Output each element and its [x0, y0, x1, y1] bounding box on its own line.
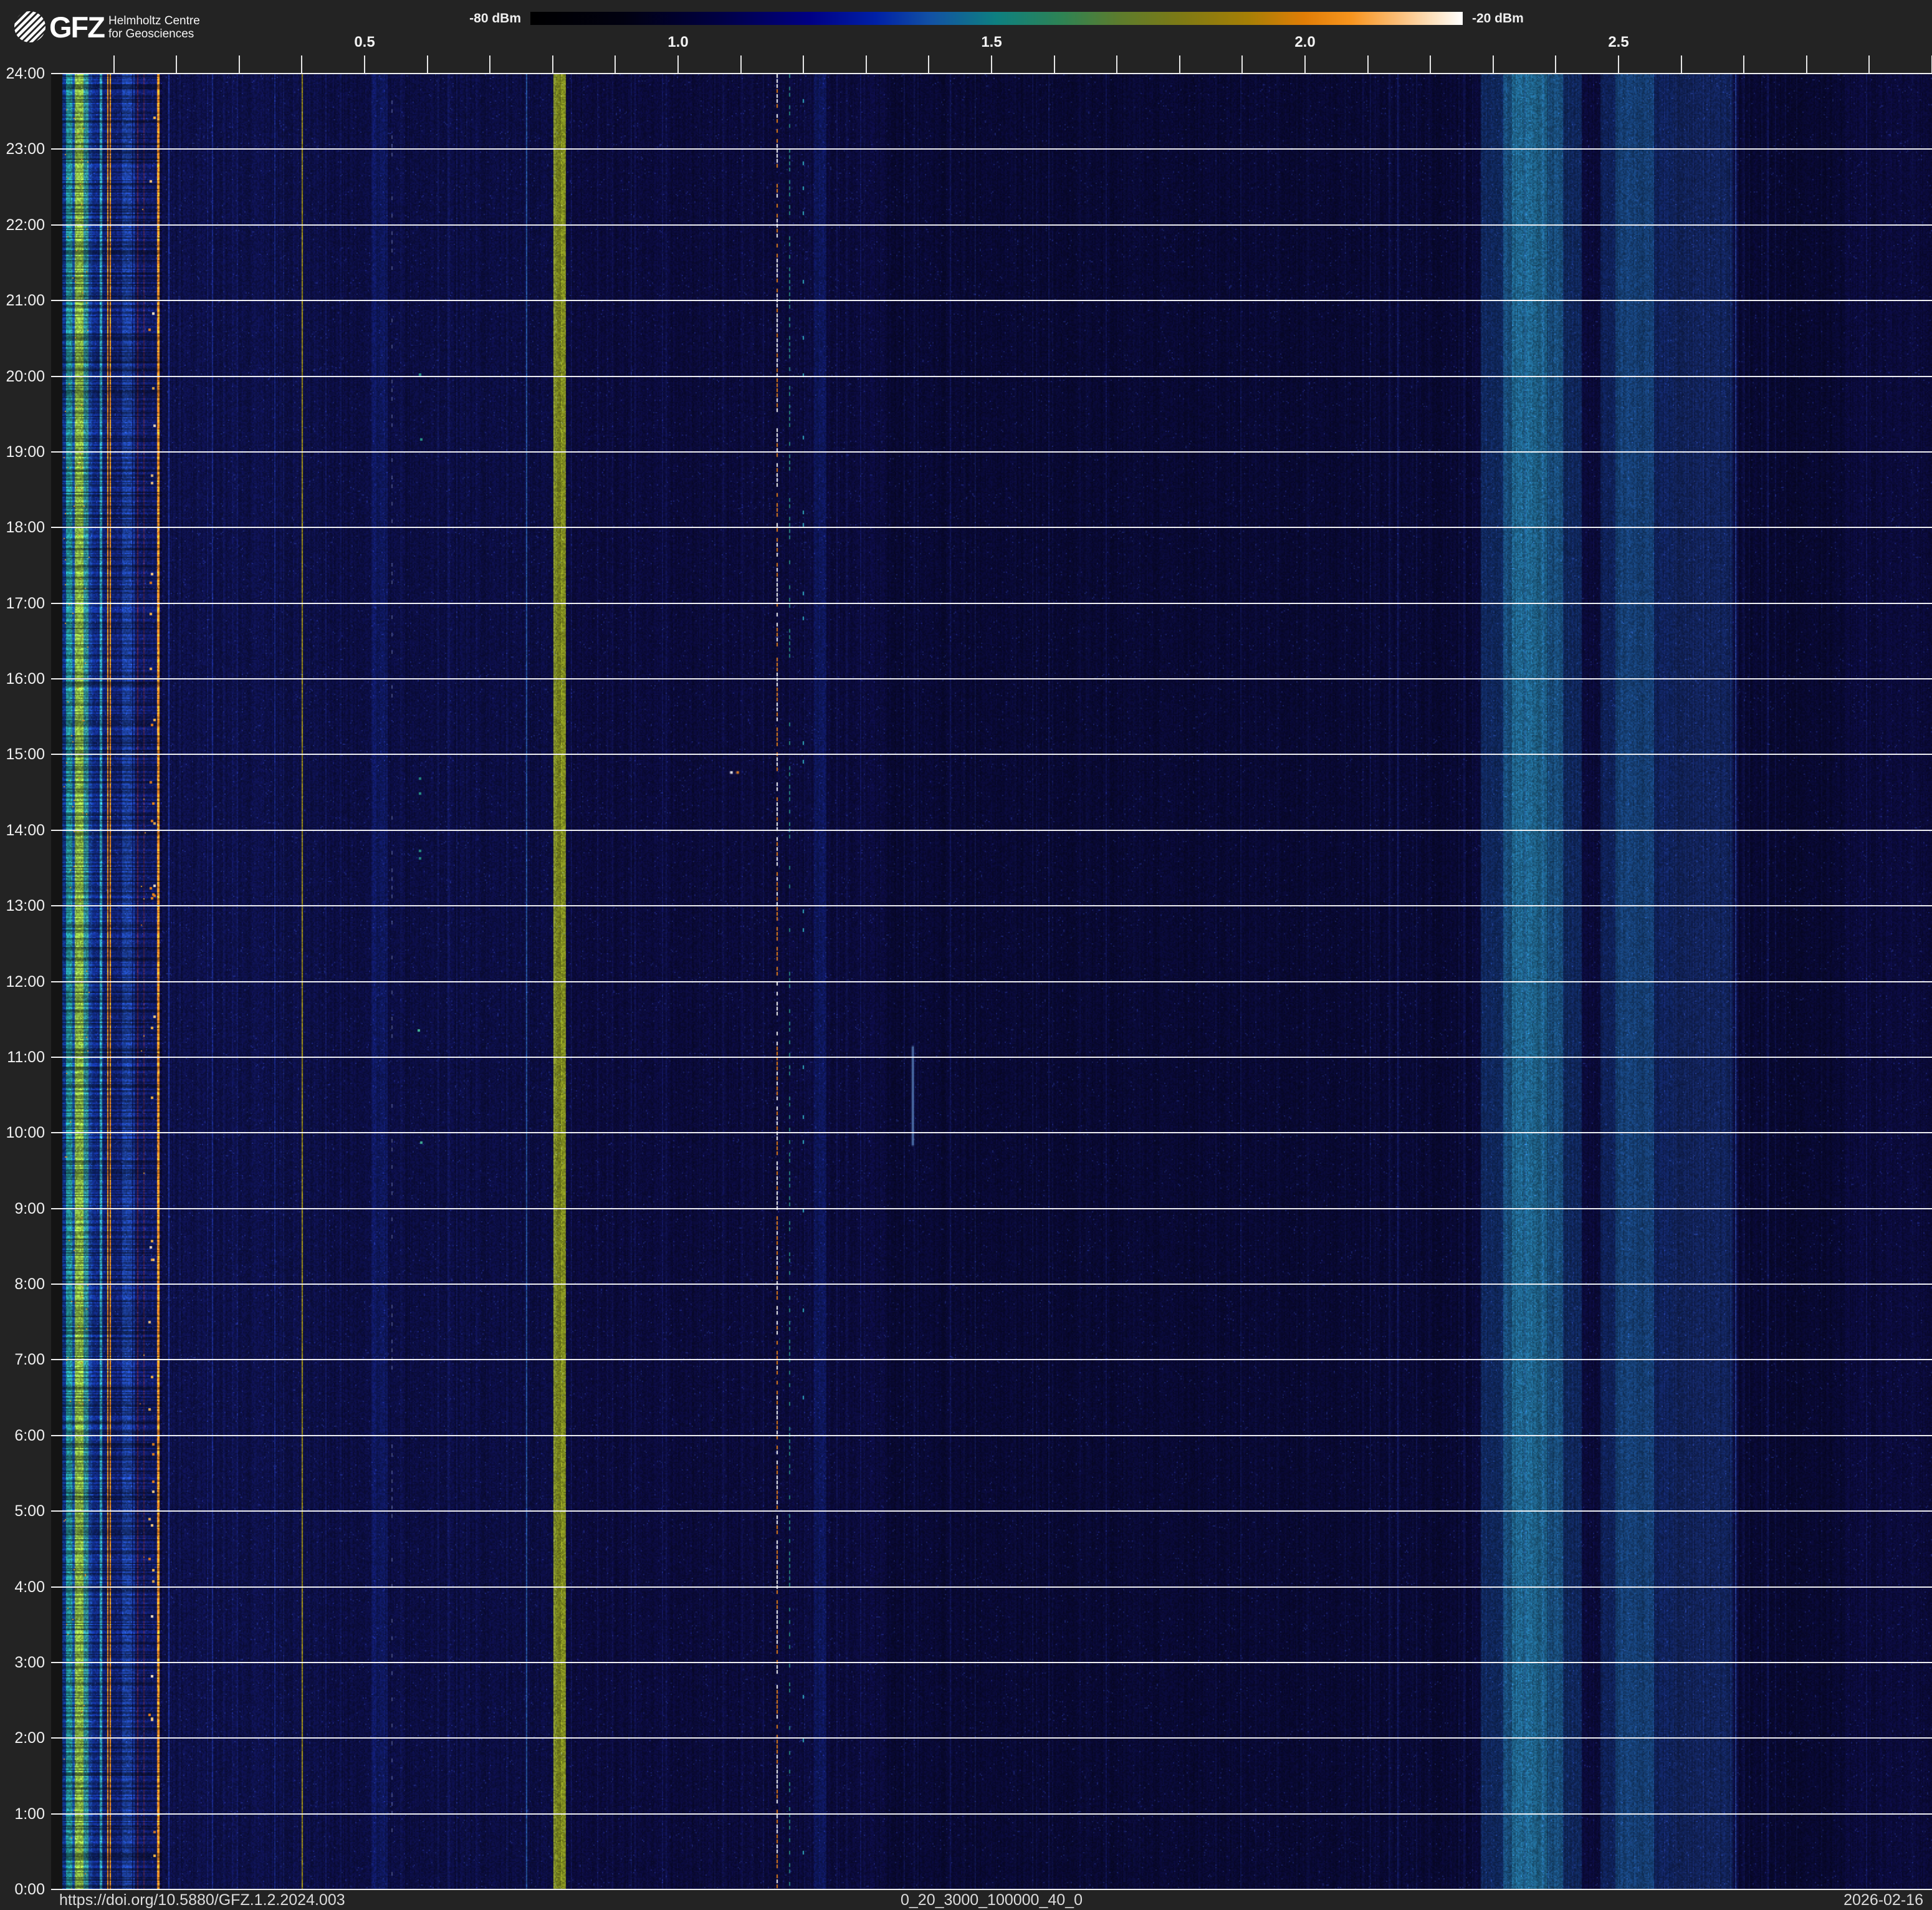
- hour-gridline: [51, 830, 1932, 831]
- y-axis-hour-label: 18:00: [0, 519, 45, 537]
- x-axis-tick: [866, 55, 867, 73]
- y-axis-hour-label: 22:00: [0, 216, 45, 234]
- hour-gridline: [51, 1510, 1932, 1512]
- hour-gridline: [51, 981, 1932, 982]
- hour-gridline: [51, 1586, 1932, 1588]
- y-axis-hour-label: 4:00: [0, 1578, 45, 1596]
- date-text: 2026-02-16: [1844, 1891, 1923, 1909]
- y-axis-hour-label: 19:00: [0, 443, 45, 461]
- gfz-globe-icon: [14, 11, 46, 43]
- y-axis-hour-label: 15:00: [0, 746, 45, 764]
- hour-gridline: [51, 73, 1932, 74]
- x-axis-tick: [364, 55, 365, 73]
- x-axis-tick: [677, 55, 679, 73]
- hour-gridline: [51, 1284, 1932, 1285]
- x-axis-tick: [301, 55, 302, 73]
- hour-gridline: [51, 1208, 1932, 1209]
- x-axis-tick-label: 2.5: [1594, 34, 1643, 51]
- y-axis-hour-label: 17:00: [0, 595, 45, 613]
- hour-gridline: [51, 1889, 1932, 1890]
- x-axis-tick: [239, 55, 240, 73]
- y-axis-hour-label: 12:00: [0, 973, 45, 991]
- colorbar-gradient: [530, 12, 1463, 25]
- y-axis-hour-label: 8:00: [0, 1275, 45, 1293]
- x-axis-tick: [740, 55, 742, 73]
- y-axis-hour-label: 5:00: [0, 1502, 45, 1520]
- hour-gridline: [51, 1813, 1932, 1815]
- hour-gridline: [51, 1435, 1932, 1436]
- org-name: Helmholtz Centre for Geosciences: [108, 14, 200, 41]
- spectrogram-page: GFZ Helmholtz Centre for Geosciences -80…: [0, 0, 1932, 1910]
- y-axis-hour-label: 0:00: [0, 1881, 45, 1899]
- hour-gridline: [51, 754, 1932, 755]
- x-axis-tick: [1493, 55, 1494, 73]
- y-axis-hour-label: 10:00: [0, 1124, 45, 1142]
- x-axis-tick: [427, 55, 428, 73]
- x-axis-tick: [1806, 55, 1807, 73]
- org-line2: for Geosciences: [108, 27, 200, 41]
- x-axis-tick: [489, 55, 490, 73]
- hour-gridline: [51, 905, 1932, 906]
- gfz-logo-text: GFZ: [49, 10, 104, 44]
- x-axis-tick-label: 0.5: [340, 34, 390, 51]
- x-axis-tick: [928, 55, 929, 73]
- hour-gridline: [51, 1057, 1932, 1058]
- x-axis-tick-label: 2.0: [1280, 34, 1330, 51]
- y-axis-hour-label: 20:00: [0, 368, 45, 386]
- y-axis-hour-label: 1:00: [0, 1805, 45, 1823]
- hour-gridline: [51, 376, 1932, 377]
- org-line1: Helmholtz Centre: [108, 14, 200, 27]
- y-axis-hour-label: 3:00: [0, 1654, 45, 1672]
- x-axis-tick: [176, 55, 177, 73]
- hour-gridline: [51, 224, 1932, 226]
- x-axis-tick: [113, 55, 115, 73]
- hour-gridline: [51, 1132, 1932, 1133]
- hour-gridline: [51, 1737, 1932, 1739]
- y-axis-hour-label: 16:00: [0, 670, 45, 688]
- y-axis-hour-label: 23:00: [0, 140, 45, 158]
- x-axis-tick: [1743, 55, 1744, 73]
- x-axis-tick: [552, 55, 553, 73]
- x-axis-tick-label: 1.5: [967, 34, 1016, 51]
- x-axis-tick-label: 1.0: [653, 34, 703, 51]
- y-axis-hour-label: 14:00: [0, 822, 45, 840]
- x-axis-tick: [615, 55, 616, 73]
- colorbar-min-label: -80 dBm: [399, 11, 521, 26]
- colorbar-max-label: -20 dBm: [1472, 11, 1609, 26]
- y-axis-hour-label: 21:00: [0, 292, 45, 310]
- y-axis-hour-label: 6:00: [0, 1427, 45, 1445]
- y-axis-hour-label: 7:00: [0, 1351, 45, 1369]
- y-axis-hour-label: 2:00: [0, 1729, 45, 1747]
- x-axis-tick: [1618, 55, 1619, 73]
- hour-gridline: [51, 527, 1932, 528]
- x-axis-tick: [1116, 55, 1117, 73]
- hour-gridline: [51, 1359, 1932, 1360]
- hour-gridline: [51, 678, 1932, 679]
- x-axis-tick: [1179, 55, 1180, 73]
- x-axis-tick: [1241, 55, 1243, 73]
- x-axis-tick: [1555, 55, 1556, 73]
- dataset-code: 0_20_3000_100000_40_0: [51, 1891, 1932, 1909]
- hour-gridline: [51, 300, 1932, 301]
- x-axis-tick: [803, 55, 804, 73]
- hour-gridline: [51, 603, 1932, 604]
- y-axis-hour-label: 11:00: [0, 1049, 45, 1067]
- y-axis-hour-label: 13:00: [0, 897, 45, 915]
- y-axis-hour-label: 9:00: [0, 1200, 45, 1218]
- x-axis-tick: [1054, 55, 1055, 73]
- x-axis-tick: [1868, 55, 1870, 73]
- x-axis-tick: [1681, 55, 1682, 73]
- hour-gridline: [51, 451, 1932, 453]
- x-axis-tick: [1367, 55, 1369, 73]
- hour-gridline: [51, 148, 1932, 150]
- x-axis-tick: [1430, 55, 1431, 73]
- x-axis-tick: [1304, 55, 1306, 73]
- x-axis-tick: [991, 55, 992, 73]
- hour-gridline: [51, 1662, 1932, 1663]
- y-axis-hour-label: 24:00: [0, 65, 45, 83]
